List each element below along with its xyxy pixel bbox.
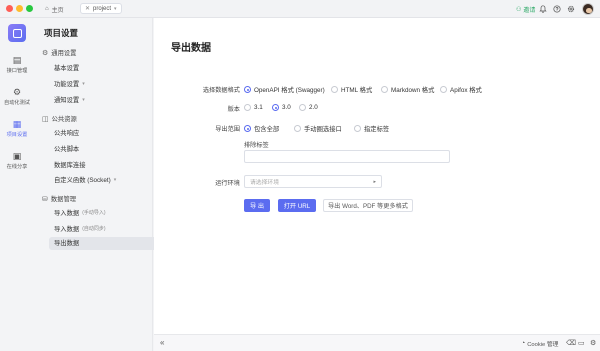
home-tab[interactable]: ⌂ 主页 bbox=[45, 4, 64, 14]
api-icon: ▤ bbox=[12, 55, 22, 65]
sidebar-item-notify[interactable]: 通知设置 ▾ bbox=[54, 95, 85, 105]
chevron-down-icon: ▾ bbox=[82, 80, 85, 87]
format-openapi-radio[interactable]: OpenAPI 格式 (Swagger) bbox=[244, 85, 325, 94]
minimize-window-button[interactable] bbox=[16, 5, 23, 12]
format-apifox-radio[interactable]: Apifox 格式 bbox=[440, 85, 482, 94]
more-formats-button[interactable]: 导出 Word、PDF 等更多格式 bbox=[323, 199, 413, 212]
radio-icon bbox=[331, 86, 338, 93]
open-url-button[interactable]: 打开 URL bbox=[278, 199, 316, 212]
chevron-down-icon: ▾ bbox=[82, 96, 85, 103]
main-content: 导出数据 选择数据格式 OpenAPI 格式 (Swagger) HTML 格式… bbox=[154, 18, 600, 334]
group-public: ◫ 公共资源 bbox=[42, 115, 77, 124]
format-html-radio[interactable]: HTML 格式 bbox=[331, 85, 372, 94]
sidebar-title: 项目设置 bbox=[44, 28, 79, 38]
format-label: 选择数据格式 bbox=[202, 87, 240, 94]
avatar[interactable] bbox=[582, 3, 594, 15]
gear-icon[interactable] bbox=[566, 4, 576, 14]
radio-icon bbox=[440, 86, 447, 93]
scope-label: 导出范围 bbox=[215, 126, 240, 133]
format-markdown-radio[interactable]: Markdown 格式 bbox=[381, 85, 434, 94]
sidebar-item-custom-func[interactable]: 自定义函数 (Socket) ▾ bbox=[54, 175, 117, 185]
recycle-bin-icon[interactable]: ⌫ bbox=[566, 339, 576, 347]
auto-test-icon: ⚙ bbox=[12, 87, 22, 97]
radio-icon bbox=[299, 104, 306, 111]
close-tab-icon[interactable]: ✕ bbox=[85, 5, 90, 12]
version-3-1-radio[interactable]: 3.1 bbox=[244, 104, 263, 111]
project-tab[interactable]: ✕ project ▾ bbox=[80, 3, 122, 14]
rail-item-label: 项目设置 bbox=[6, 132, 28, 138]
project-tab-label: project bbox=[93, 5, 112, 12]
rail-item-api[interactable]: ▤ 接口管理 bbox=[0, 55, 34, 75]
settings-icon: ▦ bbox=[12, 119, 22, 129]
title-bar: ⌂ 主页 ✕ project ▾ ⚇ 邀请 bbox=[0, 0, 600, 18]
sidebar-item-public-response[interactable]: 公共响应 bbox=[54, 128, 79, 137]
caret-right-icon: ▸ bbox=[373, 178, 376, 185]
gear-icon: ⚙ bbox=[42, 49, 49, 57]
left-rail: ▤ 接口管理 ⚙ 自动化测试 ▦ 项目设置 ▣ 在线分享 bbox=[0, 18, 34, 351]
radio-icon bbox=[354, 125, 361, 132]
cookie-manager-button[interactable]: ◔ Cookie 管理 bbox=[521, 339, 558, 348]
sidebar-item-basic[interactable]: 基本设置 bbox=[54, 63, 79, 72]
page-title: 导出数据 bbox=[171, 43, 211, 54]
version-label: 版本 bbox=[227, 106, 240, 113]
home-tab-label: 主页 bbox=[51, 7, 64, 14]
chevron-down-icon: ▾ bbox=[113, 176, 117, 183]
radio-checked-icon bbox=[272, 104, 279, 111]
rail-item-label: 在线分享 bbox=[6, 164, 28, 170]
exclude-tags-label: 排除标签 bbox=[244, 142, 269, 149]
rail-item-settings[interactable]: ▦ 项目设置 bbox=[0, 119, 34, 139]
sidebar-item-public-script[interactable]: 公共脚本 bbox=[54, 144, 79, 153]
chevron-down-icon[interactable]: ▾ bbox=[114, 6, 117, 12]
double-chevron-left-icon[interactable]: « bbox=[160, 338, 164, 347]
environment-label: 运行环境 bbox=[215, 180, 240, 187]
radio-checked-icon bbox=[244, 125, 251, 132]
scope-all-radio[interactable]: 包含全部 bbox=[244, 124, 279, 133]
radio-checked-icon bbox=[244, 86, 251, 93]
group-data: ⛁ 数据管理 bbox=[42, 195, 77, 204]
version-3-0-radio[interactable]: 3.0 bbox=[272, 104, 291, 111]
help-icon[interactable] bbox=[552, 4, 562, 14]
maximize-window-button[interactable] bbox=[26, 5, 33, 12]
close-window-button[interactable] bbox=[6, 5, 13, 12]
database-icon: ⛁ bbox=[42, 195, 48, 203]
rail-item-share[interactable]: ▣ 在线分享 bbox=[0, 151, 34, 171]
sidebar-item-db[interactable]: 数据库连接 bbox=[54, 160, 85, 169]
invite-label: 邀请 bbox=[523, 8, 536, 14]
scope-tag-radio[interactable]: 指定标签 bbox=[354, 124, 389, 133]
sidebar-item-import-manual[interactable]: 导入数据 (手动导入) bbox=[54, 208, 106, 217]
cube-icon: ◫ bbox=[42, 115, 49, 123]
scope-manual-radio[interactable]: 手动圈选接口 bbox=[294, 124, 342, 133]
exclude-tags-input[interactable] bbox=[244, 150, 450, 163]
settings-icon[interactable]: ⚙ bbox=[590, 339, 596, 347]
export-button[interactable]: 导 出 bbox=[244, 199, 270, 212]
notification-icon[interactable] bbox=[538, 4, 548, 14]
sidebar-item-features[interactable]: 功能设置 ▾ bbox=[54, 79, 85, 89]
layout-icon[interactable]: ▭ bbox=[578, 339, 585, 347]
share-icon: ▣ bbox=[12, 151, 22, 161]
app-logo[interactable] bbox=[8, 24, 26, 42]
radio-icon bbox=[294, 125, 301, 132]
invite-button[interactable]: ⚇ 邀请 bbox=[516, 5, 535, 14]
cookie-icon: ◔ bbox=[521, 340, 526, 347]
add-user-icon: ⚇ bbox=[516, 7, 522, 13]
version-2-0-radio[interactable]: 2.0 bbox=[299, 104, 318, 111]
radio-icon bbox=[244, 104, 251, 111]
group-general: ⚙ 通用设置 bbox=[42, 49, 77, 58]
environment-select[interactable]: 请选择环境 ▸ bbox=[244, 175, 382, 188]
environment-placeholder: 请选择环境 bbox=[250, 180, 279, 186]
rail-item-label: 接口管理 bbox=[6, 68, 28, 74]
sidebar-item-import-auto[interactable]: 导入数据 (自动同步) bbox=[54, 224, 106, 233]
rail-item-label: 自动化测试 bbox=[4, 100, 30, 106]
radio-icon bbox=[381, 86, 388, 93]
bottom-bar: « ◔ Cookie 管理 ⌫ ▭ ⚙ bbox=[154, 334, 600, 351]
rail-item-auto-test[interactable]: ⚙ 自动化测试 bbox=[0, 87, 34, 107]
home-icon: ⌂ bbox=[45, 6, 49, 12]
settings-sidebar: 项目设置 ⚙ 通用设置 基本设置 功能设置 ▾ 通知设置 ▾ ◫ 公共资源 公共… bbox=[34, 18, 181, 351]
